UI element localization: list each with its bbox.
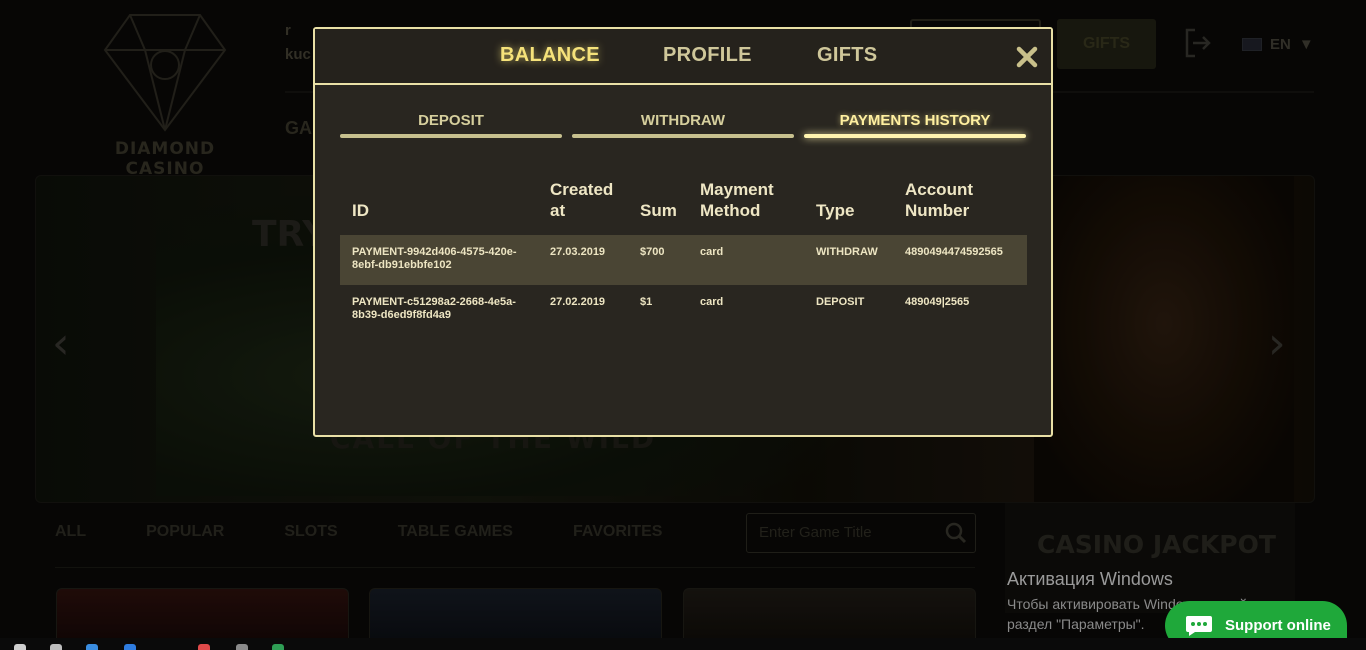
subtab-payments-history[interactable]: PAYMENTS HISTORY [804, 112, 1026, 138]
subtab-deposit[interactable]: DEPOSIT [340, 112, 562, 138]
chat-bubble-icon [1186, 615, 1212, 636]
table-header-row: ID Created at Sum Mayment Method Type Ac… [340, 169, 1027, 235]
header-account-number: Account Number [905, 180, 973, 220]
app-taskbar-icon[interactable] [236, 644, 248, 650]
tab-gifts[interactable]: GIFTS [817, 44, 877, 67]
table-row: PAYMENT-c51298a2-2668-4e5a-8b39-d6ed9f8f… [340, 285, 1027, 335]
subtab-withdraw[interactable]: WITHDRAW [572, 112, 794, 138]
account-modal: BALANCE PROFILE GIFTS DEPOSIT WITHDRAW P… [313, 27, 1053, 437]
cell-sum: $1 [640, 296, 653, 308]
browser-taskbar-icon[interactable] [124, 644, 136, 650]
app-taskbar-icon[interactable] [272, 644, 284, 650]
tab-balance[interactable]: BALANCE [500, 44, 600, 67]
app-taskbar-icon[interactable] [198, 644, 210, 650]
search-taskbar-icon[interactable] [50, 644, 62, 650]
cell-method: card [688, 235, 804, 285]
payments-history-table: ID Created at Sum Mayment Method Type Ac… [340, 169, 1027, 335]
subtab-underline-active [804, 134, 1026, 138]
cell-method: card [700, 296, 724, 308]
start-menu-icon[interactable] [14, 644, 26, 650]
tab-profile[interactable]: PROFILE [663, 44, 752, 67]
cell-created: 27.02.2019 [550, 296, 606, 308]
subtab-payments-history-label: PAYMENTS HISTORY [839, 112, 991, 129]
header-sum: Sum [640, 201, 677, 220]
cell-id: PAYMENT-9942d406-4575-420e-8ebf-db91ebbf… [340, 235, 538, 285]
subtab-deposit-label: DEPOSIT [418, 112, 484, 129]
subtab-underline [340, 134, 562, 138]
cell-account: 489049|2565 [905, 296, 970, 308]
explorer-taskbar-icon[interactable] [86, 644, 98, 650]
modal-header: BALANCE PROFILE GIFTS [315, 29, 1051, 85]
support-online-label: Support online [1225, 617, 1331, 634]
cell-sum: $700 [628, 235, 688, 285]
windows-activation-title: Активация Windows [1007, 569, 1173, 589]
header-id: ID [352, 201, 369, 220]
cell-account: 4890494474592565 [893, 235, 1027, 285]
windows-taskbar [0, 638, 1366, 650]
cell-created: 27.03.2019 [538, 235, 628, 285]
header-created-at: Created at [550, 180, 614, 220]
close-icon[interactable] [1015, 45, 1039, 69]
header-type: Type [816, 201, 855, 220]
cell-id: PAYMENT-c51298a2-2668-4e5a-8b39-d6ed9f8f… [352, 296, 516, 321]
header-payment-method: Mayment Method [700, 180, 774, 220]
table-row: PAYMENT-9942d406-4575-420e-8ebf-db91ebbf… [340, 235, 1027, 285]
subtab-withdraw-label: WITHDRAW [640, 112, 726, 129]
cell-type: WITHDRAW [804, 235, 893, 285]
cell-type: DEPOSIT [816, 296, 865, 308]
subtab-underline [572, 134, 794, 138]
